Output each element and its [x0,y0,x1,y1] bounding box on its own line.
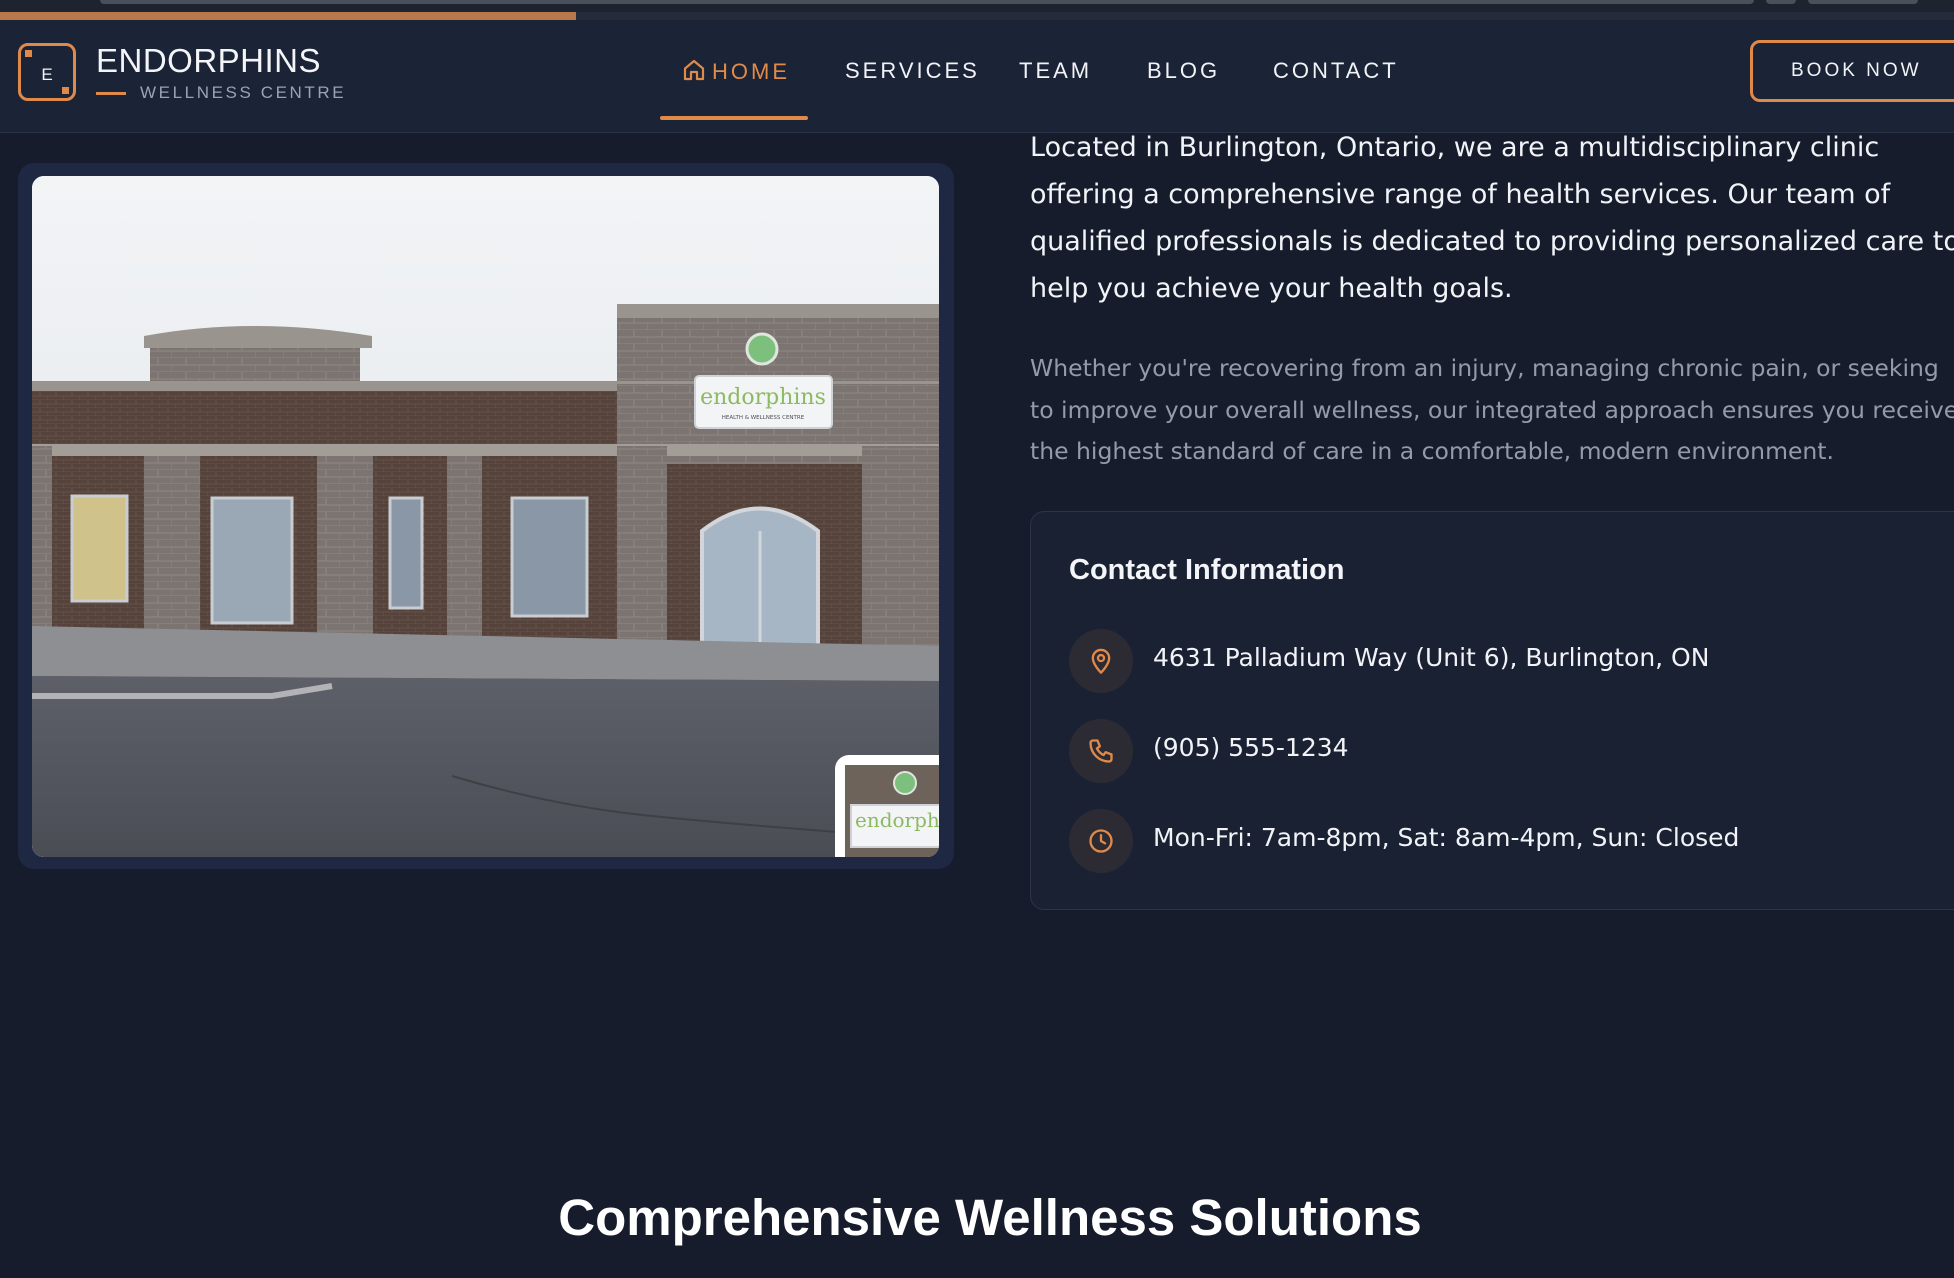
contact-hours: Mon-Fri: 7am-8pm, Sat: 8am-4pm, Sun: Clo… [1069,809,1949,873]
clinic-building-illustration: endorphins HEALTH & WELLNESS CENTRE [32,176,939,857]
nav-item-blog[interactable]: BLOG [1147,58,1220,98]
thumbnail-illustration: endorphins [845,765,939,857]
brand-dash [96,92,126,95]
home-icon [683,59,705,81]
clinic-photo-card: endorphins HEALTH & WELLNESS CENTRE endo… [18,163,954,869]
nav-item-contact[interactable]: CONTACT [1273,58,1399,98]
book-now-button[interactable]: BOOK NOW [1750,40,1954,102]
clinic-photo: endorphins HEALTH & WELLNESS CENTRE endo… [32,176,939,857]
brand-name[interactable]: ENDORPHINS [96,42,321,80]
browser-top-strip [0,0,1954,20]
browser-button[interactable] [1808,0,1918,4]
nav-item-team[interactable]: TEAM [1019,58,1092,98]
browser-url-bar[interactable] [100,0,1754,4]
about-paragraph: Located in Burlington, Ontario, we are a… [1030,132,1954,304]
contact-phone-text[interactable]: (905) 555-1234 [1153,733,1349,762]
logo[interactable]: E [18,43,76,101]
contact-address: 4631 Palladium Way (Unit 6), Burlington,… [1069,629,1949,693]
photo-sign-text: endorphins [700,385,826,410]
nav-item-home[interactable]: HOME [682,58,790,98]
browser-button[interactable] [1766,0,1796,4]
nav-active-indicator [660,116,808,120]
section-heading: Comprehensive Wellness Solutions [558,1189,1422,1246]
nav-item-services[interactable]: SERVICES [845,58,980,98]
map-pin-icon [1069,629,1133,693]
scroll-progress-fill [0,12,577,20]
photo-thumbnail-image: endorphins [845,765,939,857]
brand-subtitle: WELLNESS CENTRE [140,83,347,102]
contact-phone: (905) 555-1234 [1069,719,1949,783]
contact-title: Contact Information [1069,554,1345,586]
thumbnail-sign-text: endorphins [855,808,939,832]
phone-icon [1069,719,1133,783]
contact-information-card: Contact Information 4631 Palladium Way (… [1030,511,1954,910]
contact-hours-text: Mon-Fri: 7am-8pm, Sat: 8am-4pm, Sun: Clo… [1153,823,1740,852]
logo-letter: E [41,65,53,84]
clock-icon [1069,809,1133,873]
site-header: E ENDORPHINS WELLNESS CENTRE HOME SERVIC… [0,20,1954,133]
photo-thumbnail[interactable]: endorphins [835,755,939,857]
about-paragraph-secondary: Whether you're recovering from an injury… [1030,354,1954,465]
scroll-progress-bar [0,12,1954,20]
photo-sign-subtext: HEALTH & WELLNESS CENTRE [722,415,805,421]
nav-item-label: HOME [712,59,790,84]
page: E ENDORPHINS WELLNESS CENTRE HOME SERVIC… [0,0,1954,1278]
contact-address-text[interactable]: 4631 Palladium Way (Unit 6), Burlington,… [1153,643,1709,672]
